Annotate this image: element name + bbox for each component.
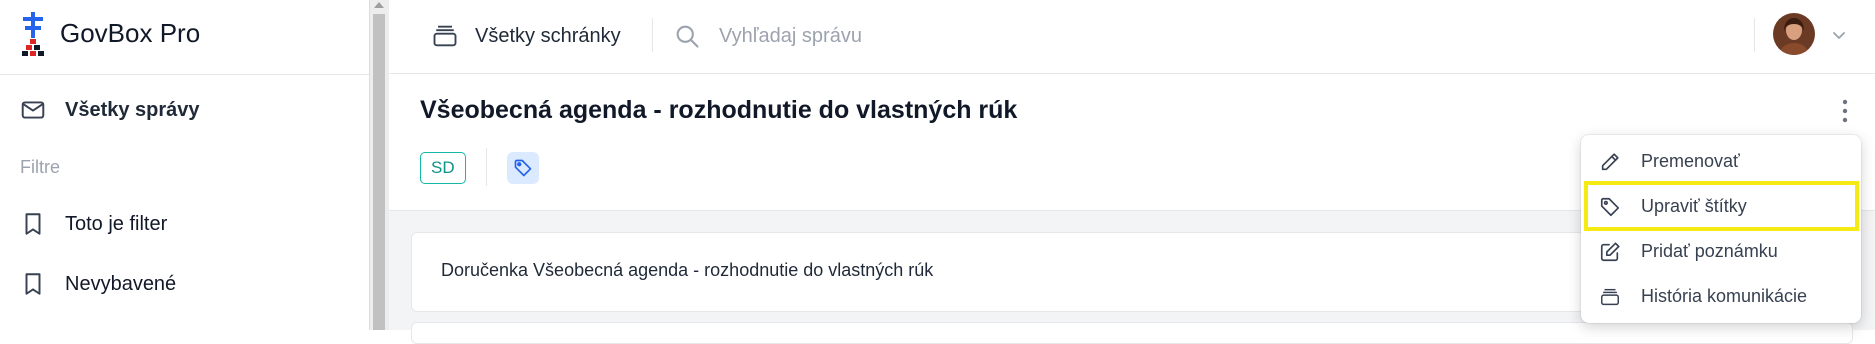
tag-icon bbox=[514, 159, 532, 177]
scroll-up-arrow-icon[interactable] bbox=[374, 2, 384, 8]
divider bbox=[1754, 18, 1755, 52]
menu-item-label: História komunikácie bbox=[1641, 286, 1808, 306]
more-vertical-icon[interactable] bbox=[1835, 96, 1855, 126]
menu-item-history[interactable]: História komunikácie bbox=[1581, 276, 1861, 318]
menu-item-rename[interactable]: Premenovať bbox=[1581, 141, 1861, 183]
menu-item-label: Pridať poznámku bbox=[1641, 241, 1778, 261]
search-bar[interactable] bbox=[673, 14, 1373, 58]
list-item-text: Doručenka Všeobecná agenda - rozhodnutie… bbox=[441, 260, 934, 280]
menu-item-label: Upraviť štítky bbox=[1641, 196, 1747, 216]
menu-item-label: Premenovať bbox=[1641, 151, 1740, 171]
search-input[interactable] bbox=[717, 23, 1321, 49]
sidebar-item-label: Všetky správy bbox=[65, 98, 200, 121]
sidebar-item-all-messages[interactable]: Všetky správy bbox=[0, 85, 369, 135]
sidebar-item-filter[interactable]: Toto je filter bbox=[0, 199, 369, 249]
filters-heading: Filtre bbox=[20, 157, 60, 177]
inbox-stack-icon bbox=[433, 25, 457, 47]
menu-item-edit-tags[interactable]: Upraviť štítky bbox=[1581, 186, 1861, 228]
bookmark-icon bbox=[25, 273, 41, 295]
tag-badge[interactable]: SD bbox=[420, 152, 466, 184]
govbox-logo-icon bbox=[22, 12, 44, 56]
envelope-icon bbox=[21, 101, 45, 119]
bookmark-icon bbox=[25, 213, 41, 235]
chevron-down-icon[interactable] bbox=[1829, 25, 1849, 45]
mailbox-selector[interactable]: Všetky schránky bbox=[431, 17, 621, 55]
divider bbox=[652, 18, 653, 52]
search-icon bbox=[676, 25, 699, 48]
actions-menu: Premenovať Upraviť štítky Pridať poznámk… bbox=[1581, 135, 1861, 323]
topbar: Všetky schránky bbox=[389, 0, 1875, 74]
sidebar-item-label: Nevybavené bbox=[65, 272, 177, 295]
edit-note-icon bbox=[1600, 242, 1620, 262]
message-title: Všeobecná agenda - rozhodnutie do vlastn… bbox=[420, 96, 1018, 124]
tag-icon bbox=[1600, 197, 1620, 217]
edit-tags-button[interactable] bbox=[507, 152, 539, 184]
sidebar-item-label: Toto je filter bbox=[65, 212, 168, 235]
archive-icon bbox=[1601, 288, 1619, 306]
logo-row: GovBox Pro bbox=[0, 0, 369, 75]
sidebar-item-filter[interactable]: Nevybavené bbox=[0, 259, 369, 309]
avatar-image bbox=[1773, 13, 1815, 55]
sidebar: GovBox Pro Všetky správy Filtre Toto je … bbox=[0, 0, 369, 330]
scroll-thumb[interactable] bbox=[373, 14, 385, 330]
app-name: GovBox Pro bbox=[60, 18, 201, 48]
sidebar-scrollbar[interactable] bbox=[369, 0, 389, 330]
list-item[interactable] bbox=[411, 322, 1853, 344]
divider bbox=[486, 148, 487, 186]
user-avatar[interactable] bbox=[1773, 13, 1815, 55]
menu-item-add-note[interactable]: Pridať poznámku bbox=[1581, 231, 1861, 273]
pencil-icon bbox=[1601, 153, 1619, 171]
mailbox-selector-label: Všetky schránky bbox=[475, 24, 621, 47]
